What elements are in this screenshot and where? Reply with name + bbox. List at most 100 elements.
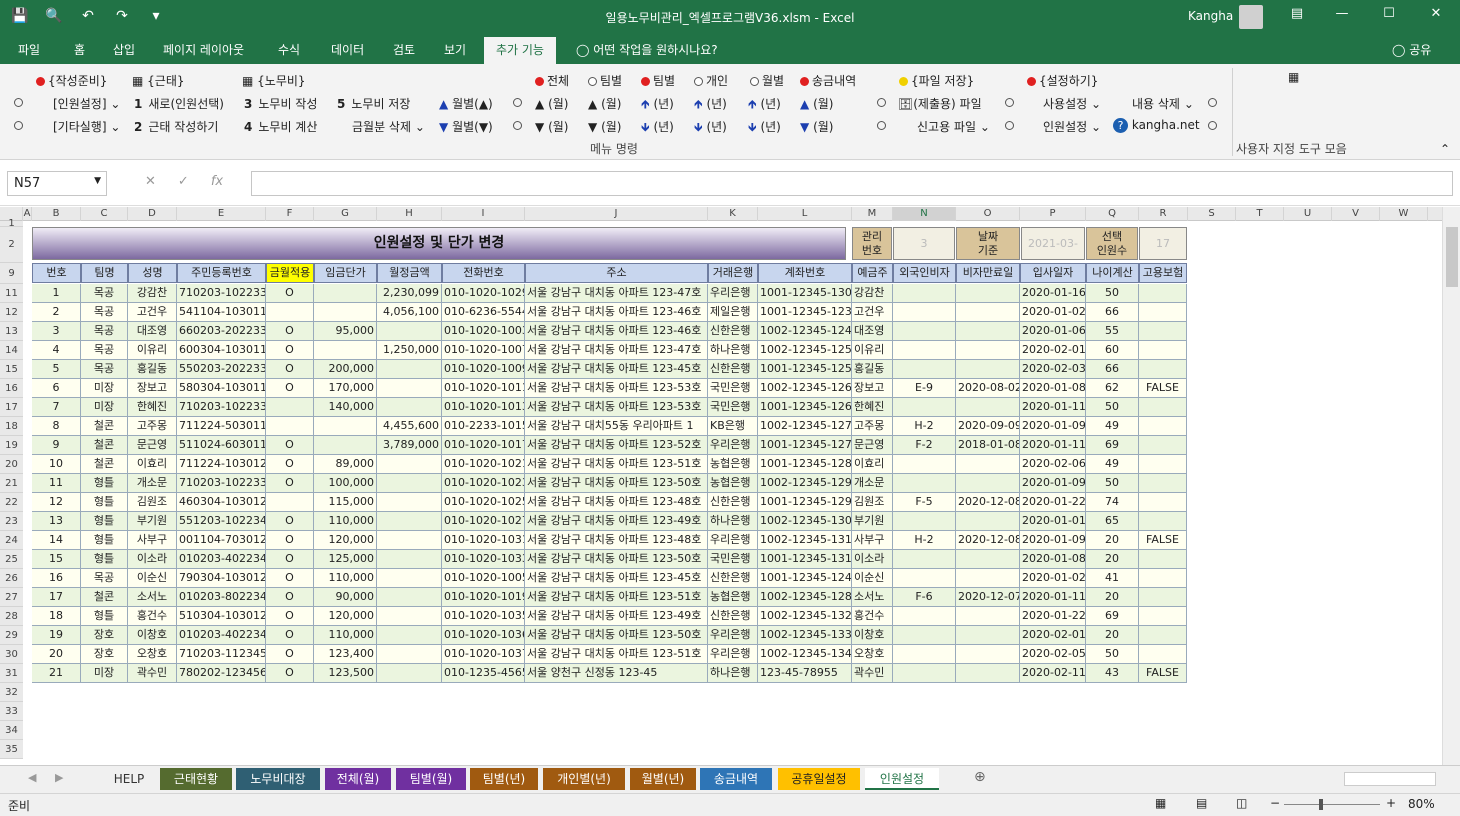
worksheet-grid[interactable]: ABCDEFGHIJKLMNOPQRSTUVW 1 2 9 11 12 13 14 15 16 1… <box>0 207 1442 765</box>
table-cell[interactable]: 오창호 <box>128 645 177 664</box>
table-cell[interactable] <box>266 303 314 322</box>
table-cell[interactable]: 510304-1030123 <box>177 607 266 626</box>
table-cell[interactable]: 이효리 <box>852 455 893 474</box>
row-header[interactable]: 31 <box>0 664 23 683</box>
table-cell[interactable]: 미장 <box>81 379 128 398</box>
table-cell[interactable]: 강감찬 <box>852 284 893 303</box>
table-cell[interactable]: 115,000 <box>314 493 377 512</box>
table-cell[interactable]: 서울 강남구 대치동 아파트 123-45호 <box>525 360 708 379</box>
table-cell[interactable]: 서울 강남구 대치동 아파트 123-46호 <box>525 322 708 341</box>
table-cell[interactable]: 710203-1022337 <box>177 398 266 417</box>
table-cell[interactable]: 우리은행 <box>708 436 758 455</box>
table-cell[interactable]: 홍건수 <box>852 607 893 626</box>
table-cell[interactable]: 철콘 <box>81 417 128 436</box>
table-cell[interactable] <box>1139 284 1187 303</box>
column-header[interactable]: K <box>708 207 758 221</box>
table-cell[interactable]: 강감찬 <box>128 284 177 303</box>
table-cell[interactable] <box>377 512 442 531</box>
table-cell[interactable]: 4,455,600 <box>377 417 442 436</box>
team-year-down-button[interactable]: 🡻 (년) <box>641 118 674 139</box>
tab-add-ins[interactable]: 추가 기능 <box>484 37 556 64</box>
table-cell[interactable] <box>377 493 442 512</box>
table-cell[interactable]: 곽수민 <box>128 664 177 683</box>
column-header[interactable]: U <box>1284 207 1332 221</box>
table-cell[interactable]: 2020-02-03 <box>1020 360 1086 379</box>
table-cell[interactable]: H-2 <box>893 531 956 550</box>
table-cell[interactable] <box>1139 512 1187 531</box>
column-header[interactable]: N <box>893 207 956 221</box>
table-cell[interactable]: 2020-01-08 <box>1020 379 1086 398</box>
new-select-button[interactable]: 1 새로(인원선택) <box>134 95 224 112</box>
table-cell[interactable]: 사부구 <box>852 531 893 550</box>
column-header[interactable]: L <box>758 207 852 221</box>
share-button[interactable]: ◯ 공유 <box>1392 41 1431 58</box>
row-header[interactable]: 24 <box>0 531 23 550</box>
table-cell[interactable]: 16 <box>32 569 81 588</box>
table-cell[interactable]: 50 <box>1086 398 1139 417</box>
table-cell[interactable] <box>956 303 1020 322</box>
table-cell[interactable]: 형틀 <box>81 607 128 626</box>
table-cell[interactable]: 010203-8022342 <box>177 588 266 607</box>
column-header[interactable]: Q <box>1086 207 1139 221</box>
radio-r3-4[interactable] <box>1005 119 1014 133</box>
table-cell[interactable]: O <box>266 512 314 531</box>
tab-review[interactable]: 검토 <box>393 41 415 58</box>
table-cell[interactable]: 서울 강남구 대치동 아파트 123-47호 <box>525 341 708 360</box>
table-row[interactable]: 9 철콘 문근영 511024-6030119 O 3,789,000 010-1020-1… <box>32 436 1187 455</box>
table-cell[interactable] <box>1139 607 1187 626</box>
zoom-slider-thumb[interactable] <box>1319 799 1323 810</box>
vertical-scrollbar[interactable] <box>1442 207 1460 765</box>
table-cell[interactable]: 1001-12345-128 <box>758 455 852 474</box>
table-cell[interactable]: 고주몽 <box>128 417 177 436</box>
table-cell[interactable]: 1001-12345-127 <box>758 436 852 455</box>
table-cell[interactable]: 790304-1030122 <box>177 569 266 588</box>
column-header[interactable]: T <box>1236 207 1284 221</box>
table-cell[interactable]: O <box>266 531 314 550</box>
table-cell[interactable] <box>377 531 442 550</box>
table-cell[interactable]: 6 <box>32 379 81 398</box>
column-header[interactable]: A <box>23 207 32 221</box>
table-cell[interactable]: 14 <box>32 531 81 550</box>
radio-r2-2[interactable] <box>513 96 522 110</box>
table-row[interactable]: 20 장호 오창호 710203-1123455 O 123,400 010-1020-10… <box>32 645 1187 664</box>
table-cell[interactable]: 89,000 <box>314 455 377 474</box>
team-month-up-button[interactable]: ▲ (월) <box>588 95 621 112</box>
table-cell[interactable]: 신한은행 <box>708 360 758 379</box>
info-value-id[interactable]: 3 <box>893 227 955 260</box>
prepare-menu[interactable]: {작성준비} <box>36 72 107 89</box>
table-cell[interactable] <box>266 398 314 417</box>
table-cell[interactable]: O <box>266 569 314 588</box>
table-cell[interactable]: 국민은행 <box>708 379 758 398</box>
table-cell[interactable]: 2020-01-09 <box>1020 531 1086 550</box>
table-cell[interactable]: 2020-02-01 <box>1020 341 1086 360</box>
settings-menu[interactable]: {설정하기} <box>1027 72 1098 89</box>
table-cell[interactable]: 1002-12345-134 <box>758 645 852 664</box>
table-cell[interactable]: 010-6236-5544 <box>442 303 525 322</box>
table-cell[interactable]: 고건우 <box>852 303 893 322</box>
table-cell[interactable]: 2020-01-02 <box>1020 569 1086 588</box>
row-header[interactable]: 15 <box>0 360 23 379</box>
table-cell[interactable] <box>1139 322 1187 341</box>
table-cell[interactable]: 서울 강남구 대치동 아파트 123-47호 <box>525 284 708 303</box>
table-cell[interactable]: 농협은행 <box>708 588 758 607</box>
labor-write-button[interactable]: 3 노무비 작성 <box>244 95 317 112</box>
radio-r2-3[interactable] <box>877 96 886 110</box>
column-header[interactable]: J <box>525 207 708 221</box>
table-cell[interactable]: 010-1020-1025 <box>442 493 525 512</box>
table-cell[interactable] <box>956 360 1020 379</box>
row-header[interactable]: 30 <box>0 645 23 664</box>
table-cell[interactable] <box>377 550 442 569</box>
labor-cost-menu[interactable]: ▦ {노무비} <box>242 72 306 89</box>
table-cell[interactable]: 우리은행 <box>708 531 758 550</box>
row-header[interactable]: 35 <box>0 740 23 759</box>
zoom-in-button[interactable]: + <box>1386 796 1396 810</box>
table-cell[interactable]: 이창호 <box>852 626 893 645</box>
table-cell[interactable]: FALSE <box>1139 379 1187 398</box>
table-cell[interactable]: 1002-12345-129 <box>758 474 852 493</box>
scroll-thumb[interactable] <box>1446 227 1458 287</box>
table-cell[interactable]: FALSE <box>1139 531 1187 550</box>
row-header[interactable]: 27 <box>0 588 23 607</box>
table-cell[interactable]: 20 <box>1086 531 1139 550</box>
all-menu[interactable]: 전체 <box>535 72 569 89</box>
table-cell[interactable]: 95,000 <box>314 322 377 341</box>
